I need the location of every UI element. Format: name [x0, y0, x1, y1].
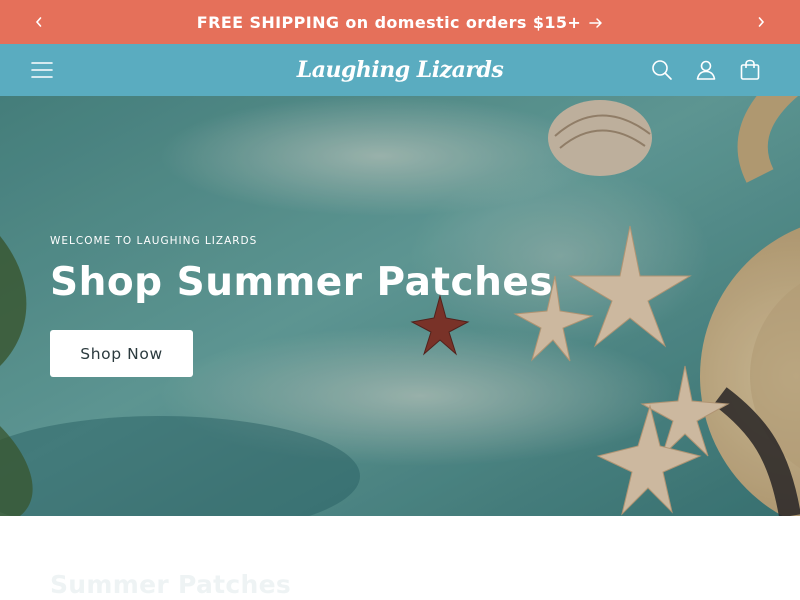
shop-now-button[interactable]: Shop Now [50, 330, 193, 377]
cart-button[interactable] [737, 57, 763, 83]
hero-eyebrow: WELCOME TO LAUGHING LIZARDS [50, 235, 258, 247]
section-title: Summer Patches [50, 570, 292, 599]
announcement-text: FREE SHIPPING on domestic orders $15+ [196, 12, 582, 32]
search-button[interactable] [649, 57, 675, 83]
menu-button[interactable] [29, 57, 55, 83]
announcement-prev-button[interactable] [28, 11, 50, 33]
search-icon [652, 60, 672, 80]
hero-title: Shop Summer Patches [50, 260, 554, 305]
arrow-right-icon [589, 17, 602, 28]
chevron-right-icon [758, 17, 765, 27]
chevron-left-icon [35, 17, 42, 27]
hero-banner: WELCOME TO LAUGHING LIZARDS Shop Summer … [0, 96, 800, 516]
user-icon [696, 60, 716, 80]
hero-overlay [0, 96, 800, 516]
hamburger-menu-icon [31, 62, 53, 78]
announcement-next-button[interactable] [750, 11, 772, 33]
site-header: Laughing Lizards [0, 44, 800, 96]
site-logo[interactable]: Laughing Lizards [250, 52, 550, 88]
announcement-link[interactable]: FREE SHIPPING on domestic orders $15+ [197, 13, 603, 32]
bag-icon [740, 59, 760, 80]
account-button[interactable] [693, 57, 719, 83]
announcement-bar: FREE SHIPPING on domestic orders $15+ [0, 0, 800, 44]
